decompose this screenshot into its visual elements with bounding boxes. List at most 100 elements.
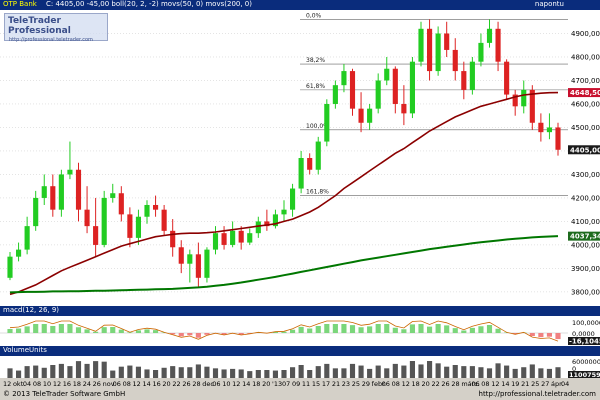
- chart-header-strip: OTP Bank C: 4405,00 -45,00 boll(20, 2, -…: [0, 0, 600, 10]
- candle-body: [315, 141, 321, 170]
- price-tick-label: 3900,00: [571, 265, 600, 273]
- volume-bar: [41, 367, 47, 378]
- volume-bar: [315, 366, 321, 378]
- macd-histogram-bar: [84, 329, 90, 333]
- candle-body: [50, 186, 56, 210]
- macd-histogram-bar: [50, 326, 56, 333]
- volume-label[interactable]: VolumeUnits: [3, 346, 47, 355]
- candle-body: [255, 221, 261, 234]
- footer-copyright: © 2013 TeleTrader Software GmbH: [3, 390, 126, 398]
- volume-bar: [401, 365, 407, 378]
- macd-histogram-bar: [546, 333, 553, 337]
- volume-bar: [469, 366, 475, 378]
- date-tick-label: 24: [83, 380, 91, 388]
- candle-body: [281, 209, 287, 215]
- date-tick-label: 26: [441, 380, 449, 388]
- volume-bar: [409, 361, 416, 378]
- macd-histogram-bar: [118, 329, 124, 333]
- macd-histogram-bar: [195, 333, 201, 338]
- volume-bar: [538, 368, 544, 378]
- macd-histogram-bar: [101, 327, 107, 333]
- date-tick-label: 21: [521, 380, 529, 388]
- date-tick-label: 27: [541, 380, 549, 388]
- volume-bar: [546, 368, 553, 378]
- candle-body: [67, 169, 73, 175]
- candle-body: [409, 61, 416, 114]
- volume-bar: [50, 365, 56, 378]
- macd-tick-upper: 100,0000: [572, 319, 600, 327]
- volume-header: VolumeUnits: [0, 346, 600, 356]
- volume-bar: [230, 368, 236, 378]
- date-tick-label: 22: [172, 380, 180, 388]
- volume-bar: [478, 367, 484, 378]
- date-tick-label: 21: [332, 380, 340, 388]
- date-tick-label: 18: [412, 380, 420, 388]
- volume-bar: [93, 361, 99, 378]
- volume-bar: [84, 363, 90, 378]
- volume-bar: [307, 370, 313, 378]
- date-tick-label: 10: [43, 380, 51, 388]
- volume-bar: [221, 369, 227, 378]
- date-tick-label: 12: [53, 380, 61, 388]
- macd-histogram-bar: [15, 328, 22, 333]
- date-tick-label: 18: [73, 380, 81, 388]
- macd-histogram-bar: [461, 330, 467, 333]
- price-chart[interactable]: 0,0%38,2%61,8%100,0%161,8% 3800,003900,0…: [0, 10, 600, 306]
- candle-body: [478, 42, 484, 62]
- date-tick-labels: 12 okt.04 08 10 12 16 18 24 26 nov.06 08 12 14 16 20 22…: [3, 380, 569, 388]
- volume-bar: [521, 367, 527, 378]
- macd-header: macd(12, 26, 9): [0, 306, 600, 316]
- macd-histogram-bar: [93, 331, 99, 333]
- symbol-name[interactable]: OTP Bank: [3, 0, 37, 9]
- volume-bar: [358, 365, 364, 378]
- volume-bar: [289, 367, 296, 378]
- candle-body: [486, 28, 493, 43]
- volume-bar: [247, 371, 253, 378]
- volume-bar: [444, 366, 450, 378]
- candle-body: [307, 158, 313, 170]
- date-tick-label: 19: [511, 380, 519, 388]
- volume-chart[interactable]: 6000000 0 1100759: [0, 356, 600, 378]
- indicator-summary: C: 4405,00 -45,00 boll(20, 2, -2) movs(5…: [46, 0, 252, 8]
- volume-bar: [75, 361, 82, 378]
- period-label[interactable]: napontu: [535, 0, 564, 9]
- candle-body: [24, 226, 30, 250]
- date-tick-label: 06: [471, 380, 479, 388]
- candle-body: [221, 233, 227, 245]
- volume-bar: [486, 368, 493, 378]
- candle-body: [324, 103, 330, 142]
- volume-bar: [238, 369, 244, 378]
- macd-histogram-bar: [58, 324, 64, 333]
- date-tick-label: 12: [232, 380, 240, 388]
- candle-body: [538, 122, 544, 133]
- date-tick-label: 06: [212, 380, 220, 388]
- watermark-brand: TeleTrader Professional: [8, 16, 71, 36]
- volume-bar: [272, 370, 279, 378]
- candle-body: [401, 103, 407, 114]
- candle-body: [195, 254, 201, 278]
- macd-histogram-bar: [315, 326, 321, 333]
- macd-histogram-bar: [409, 324, 416, 333]
- date-tick-label: 25: [352, 380, 360, 388]
- volume-bar: [204, 366, 210, 378]
- date-tick-label: 10: [222, 380, 230, 388]
- price-tick-label: 4800,00: [571, 53, 600, 61]
- volume-bar: [255, 370, 261, 378]
- volume-bar: [187, 367, 193, 378]
- footer-url[interactable]: http://professional.teletrader.com: [479, 390, 596, 398]
- candle-body: [332, 85, 338, 104]
- date-tick-label: 07: [282, 380, 290, 388]
- volume-bar: [33, 365, 39, 378]
- candle-body: [110, 193, 116, 198]
- macd-label[interactable]: macd(12, 26, 9): [3, 306, 59, 315]
- macd-histogram-bar: [384, 324, 390, 333]
- macd-histogram-bar: [187, 333, 193, 336]
- candle-body: [435, 33, 441, 72]
- candle-body: [375, 80, 381, 109]
- date-tick-label: 08: [481, 380, 489, 388]
- candle-body: [444, 33, 450, 50]
- macd-histogram-bar: [332, 324, 338, 333]
- macd-chart[interactable]: 100,0000 0,0000 -16,1045: [0, 316, 600, 346]
- volume-bar: [170, 366, 176, 378]
- macd-histogram-bar: [529, 333, 535, 337]
